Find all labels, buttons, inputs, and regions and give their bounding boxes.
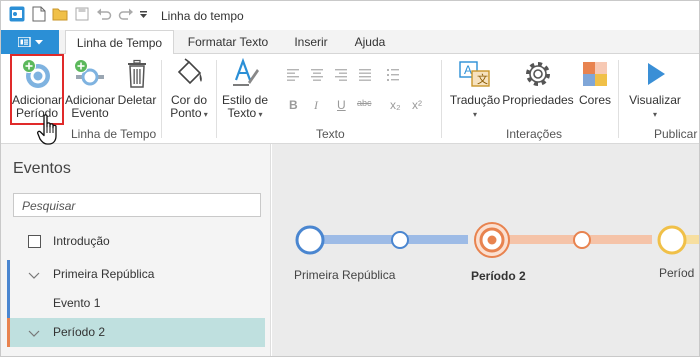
tab-format-text[interactable]: Formatar Texto	[181, 30, 275, 54]
ribbon: Adicionar Período Adicionar Evento Delet…	[1, 54, 699, 144]
svg-text:文: 文	[477, 72, 488, 86]
tab-insert[interactable]: Inserir	[283, 30, 339, 54]
save-icon[interactable]	[75, 6, 89, 22]
redo-icon[interactable]	[118, 6, 134, 22]
undo-icon[interactable]	[96, 6, 112, 22]
chevron-down-icon[interactable]	[28, 330, 40, 337]
text-style-button[interactable]: Estilo de Texto ▾	[219, 58, 271, 121]
subscript-icon[interactable]: x₂	[390, 98, 401, 112]
translate-button[interactable]: A 文 Tradução ▾	[449, 58, 501, 121]
gear-icon	[526, 62, 550, 86]
period-bar-periodo-2	[492, 235, 652, 244]
customize-toolbar-icon[interactable]	[140, 11, 148, 19]
translate-icon: A 文	[459, 61, 490, 87]
chevron-down-icon[interactable]	[28, 272, 40, 279]
app-icon	[9, 6, 25, 22]
checkbox[interactable]	[28, 235, 41, 248]
period-node-periodo-3	[657, 225, 687, 255]
paint-bucket-icon	[177, 58, 202, 85]
point-color-dropdown-icon: ▾	[201, 110, 208, 119]
separator	[441, 60, 442, 138]
point-color-button[interactable]: Cor do Ponto ▾	[165, 58, 213, 121]
timeline-track	[295, 222, 699, 258]
group-label-interactions: Interações	[506, 127, 563, 141]
menu-icon	[18, 37, 43, 47]
open-folder-icon[interactable]	[52, 6, 69, 22]
list-item-primeira-republica[interactable]: Primeira República	[1, 260, 271, 321]
period-node-primeira-republica	[295, 225, 325, 255]
tab-timeline[interactable]: Linha de Tempo	[65, 30, 174, 55]
timeline-label-periodo-3[interactable]: Períod	[659, 266, 694, 280]
tab-help[interactable]: Ajuda	[345, 30, 395, 54]
colors-icon	[583, 62, 607, 86]
list-item-label: Evento 1	[53, 296, 101, 310]
properties-label: Propriedades	[502, 93, 574, 107]
period-node-periodo-2	[474, 222, 510, 258]
superscript-icon[interactable]: x²	[412, 98, 422, 112]
list-item-label: Introdução	[53, 234, 110, 248]
add-event-icon	[74, 59, 104, 86]
new-file-icon[interactable]	[32, 6, 46, 22]
timeline-label-primeira-republica[interactable]: Primeira República	[294, 268, 395, 282]
list-item-label: Primeira República	[53, 267, 155, 281]
preview-button[interactable]: Visualizar ▾	[625, 58, 685, 121]
timeline-label-periodo-2[interactable]: Período 2	[471, 269, 526, 283]
svg-text:A: A	[464, 63, 472, 77]
ribbon-tabs: Linha de Tempo Formatar Texto Inserir Aj…	[1, 30, 699, 55]
app-window: Linha do tempo Linha de Tempo Formatar T…	[0, 0, 700, 357]
group-label-text: Texto	[316, 127, 345, 141]
trash-icon	[128, 59, 146, 88]
italic-icon[interactable]: I	[314, 98, 318, 113]
add-event-label-2: Evento	[71, 106, 109, 120]
separator	[618, 60, 619, 138]
period-color-stripe	[7, 318, 10, 347]
text-style-icon	[233, 58, 259, 86]
separator	[161, 60, 162, 138]
add-event-button[interactable]: Adicionar Evento	[64, 58, 116, 120]
text-style-label-1: Estilo de	[221, 93, 269, 107]
title-bar: Linha do tempo	[1, 1, 699, 30]
delete-label: Deletar	[117, 93, 157, 107]
event-node-evento-1	[391, 231, 409, 249]
timeline-canvas: Primeira República Período 2 Períod	[272, 144, 699, 356]
search-input[interactable]: Pesquisar	[13, 193, 261, 217]
preview-label: Visualizar	[629, 93, 681, 107]
add-event-label-1: Adicionar	[64, 93, 116, 107]
alignment-icons	[287, 69, 399, 81]
colors-button[interactable]: Cores	[576, 58, 614, 107]
preview-dropdown-icon: ▾	[652, 110, 657, 119]
file-menu-button[interactable]	[1, 30, 59, 54]
list-item-label: Período 2	[53, 325, 106, 339]
properties-button[interactable]: Propriedades	[502, 58, 574, 107]
window-title: Linha do tempo	[161, 9, 244, 23]
point-color-label-2: Ponto	[170, 106, 202, 120]
colors-label: Cores	[578, 93, 611, 107]
underline-icon[interactable]: U	[337, 98, 346, 112]
translate-dropdown-icon: ▾	[472, 110, 477, 119]
text-style-dropdown-icon: ▾	[256, 110, 263, 119]
point-color-label-1: Cor do	[170, 93, 208, 107]
events-panel: Eventos Pesquisar Introdução Primeira Re…	[1, 144, 271, 356]
list-item-evento-1[interactable]: Evento 1	[1, 289, 271, 318]
group-label-timeline: Linha de Tempo	[71, 127, 157, 141]
list-item-periodo-2[interactable]: Período 2	[7, 318, 265, 347]
events-panel-title: Eventos	[13, 160, 71, 177]
period-bar-primeira-republica	[310, 235, 468, 244]
list-item-introducao[interactable]: Introdução	[1, 227, 271, 256]
translate-label: Tradução	[449, 93, 501, 107]
bold-icon[interactable]: B	[289, 98, 298, 112]
event-node-periodo-2	[573, 231, 591, 249]
text-style-label-2: Texto	[227, 106, 257, 120]
hand-cursor-icon	[37, 114, 57, 145]
strikethrough-icon[interactable]: abc	[357, 98, 372, 108]
group-label-publish: Publicar	[654, 127, 698, 141]
separator	[216, 60, 217, 138]
play-icon	[648, 63, 665, 85]
delete-button[interactable]: Deletar	[116, 58, 158, 107]
